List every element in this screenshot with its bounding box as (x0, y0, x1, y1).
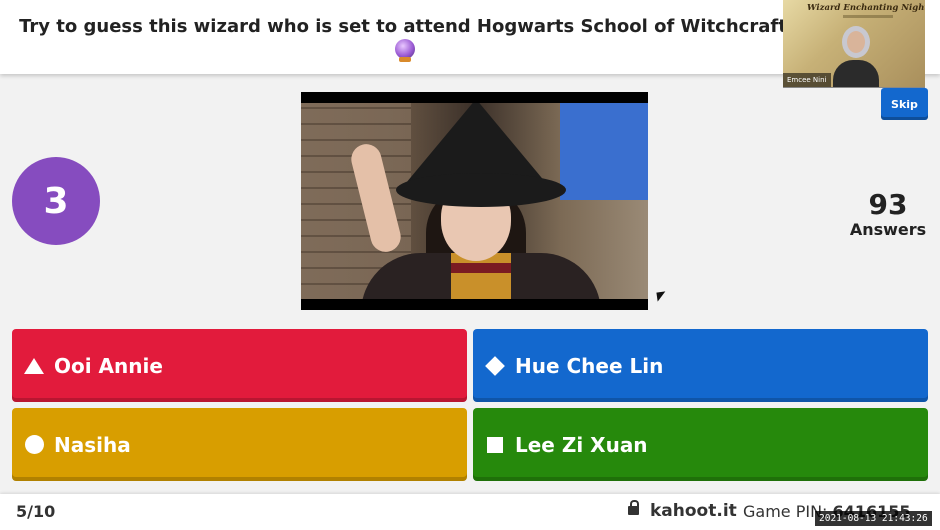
diamond-icon (485, 355, 505, 376)
answer-option-red[interactable]: Ooi Annie (12, 329, 467, 402)
webcam-body (833, 60, 879, 87)
wizard-hat-brim (396, 173, 566, 207)
answer-label: Nasiha (54, 432, 131, 457)
scarf-stripe (451, 263, 511, 273)
crystal-ball-icon (395, 38, 415, 62)
question-text: Try to guess this wizard who is set to a… (19, 15, 831, 37)
webcam-banner-subtitle (843, 15, 893, 18)
answer-option-green[interactable]: Lee Zi Xuan (473, 408, 928, 481)
circle-icon (24, 435, 44, 455)
triangle-icon (24, 356, 44, 376)
question-progress: 5/10 (16, 502, 56, 521)
mouse-cursor-icon (656, 291, 667, 302)
answer-option-blue[interactable]: Hue Chee Lin (473, 329, 928, 402)
answer-option-yellow[interactable]: Nasiha (12, 408, 467, 481)
webcam-name: Emcee Nini (783, 73, 831, 87)
answers-counter: 93 Answers (840, 188, 936, 240)
webcam-banner: Wizard Enchanting Night (807, 3, 925, 13)
answers-count-label: Answers (849, 220, 927, 239)
square-icon (485, 435, 505, 455)
skip-button[interactable]: Skip (881, 88, 928, 120)
webcam-person (833, 22, 879, 87)
media-scene (301, 103, 648, 299)
question-media-image (301, 92, 648, 310)
webcam-head (842, 26, 870, 58)
recording-timestamp: 2021-08-13 21:43:26 (815, 511, 932, 526)
answer-label: Lee Zi Xuan (515, 432, 648, 457)
footer-bar: 5/10 kahoot.it Game PIN: 6416155 (0, 494, 940, 530)
answers-count-number: 93 (868, 188, 908, 221)
answer-label: Hue Chee Lin (515, 353, 664, 378)
countdown-timer: 3 (12, 157, 100, 245)
lock-icon (628, 500, 639, 515)
answer-label: Ooi Annie (54, 353, 163, 378)
blue-panel (560, 103, 648, 200)
site-name: kahoot.it (650, 501, 737, 521)
webcam-thumbnail: Wizard Enchanting Night Emcee Nini (783, 0, 925, 88)
